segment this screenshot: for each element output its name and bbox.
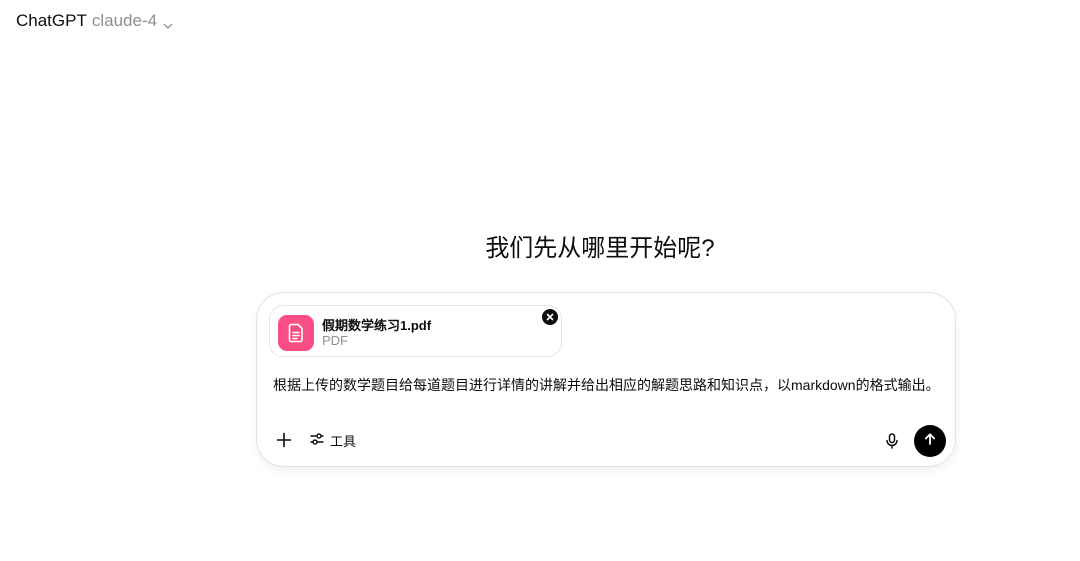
attachment-file-name: 假期数学练习1.pdf <box>322 318 432 333</box>
file-attachment[interactable]: 假期数学练习1.pdf PDF <box>269 305 562 357</box>
microphone-icon[interactable] <box>883 432 901 450</box>
composer: 假期数学练习1.pdf PDF 根据上传的数学题目给每道题目进行详情的讲解并给出… <box>256 292 956 467</box>
arrow-up-icon <box>923 432 937 451</box>
model-switcher[interactable]: ChatGPT claude-4 <box>16 10 173 32</box>
send-button[interactable] <box>914 425 946 457</box>
close-icon[interactable] <box>542 309 558 325</box>
model-name: claude-4 <box>91 11 158 30</box>
document-icon <box>278 315 314 351</box>
plus-icon[interactable] <box>275 431 293 449</box>
page-title: 我们先从哪里开始呢? <box>485 235 715 262</box>
app-name: ChatGPT <box>16 11 87 30</box>
attachment-file-type: PDF <box>322 333 348 348</box>
sliders-icon <box>309 431 325 450</box>
chevron-down-icon <box>163 16 173 29</box>
tools-button[interactable]: 工具 <box>309 430 356 450</box>
tools-label: 工具 <box>330 433 357 449</box>
chat-page: ChatGPT claude-4 我们先从哪里开始呢? 假期数学练习1.pdf … <box>0 0 1080 561</box>
prompt-input[interactable]: 根据上传的数学题目给每道题目进行详情的讲解并给出相应的解题思路和知识点，以mar… <box>273 375 953 395</box>
